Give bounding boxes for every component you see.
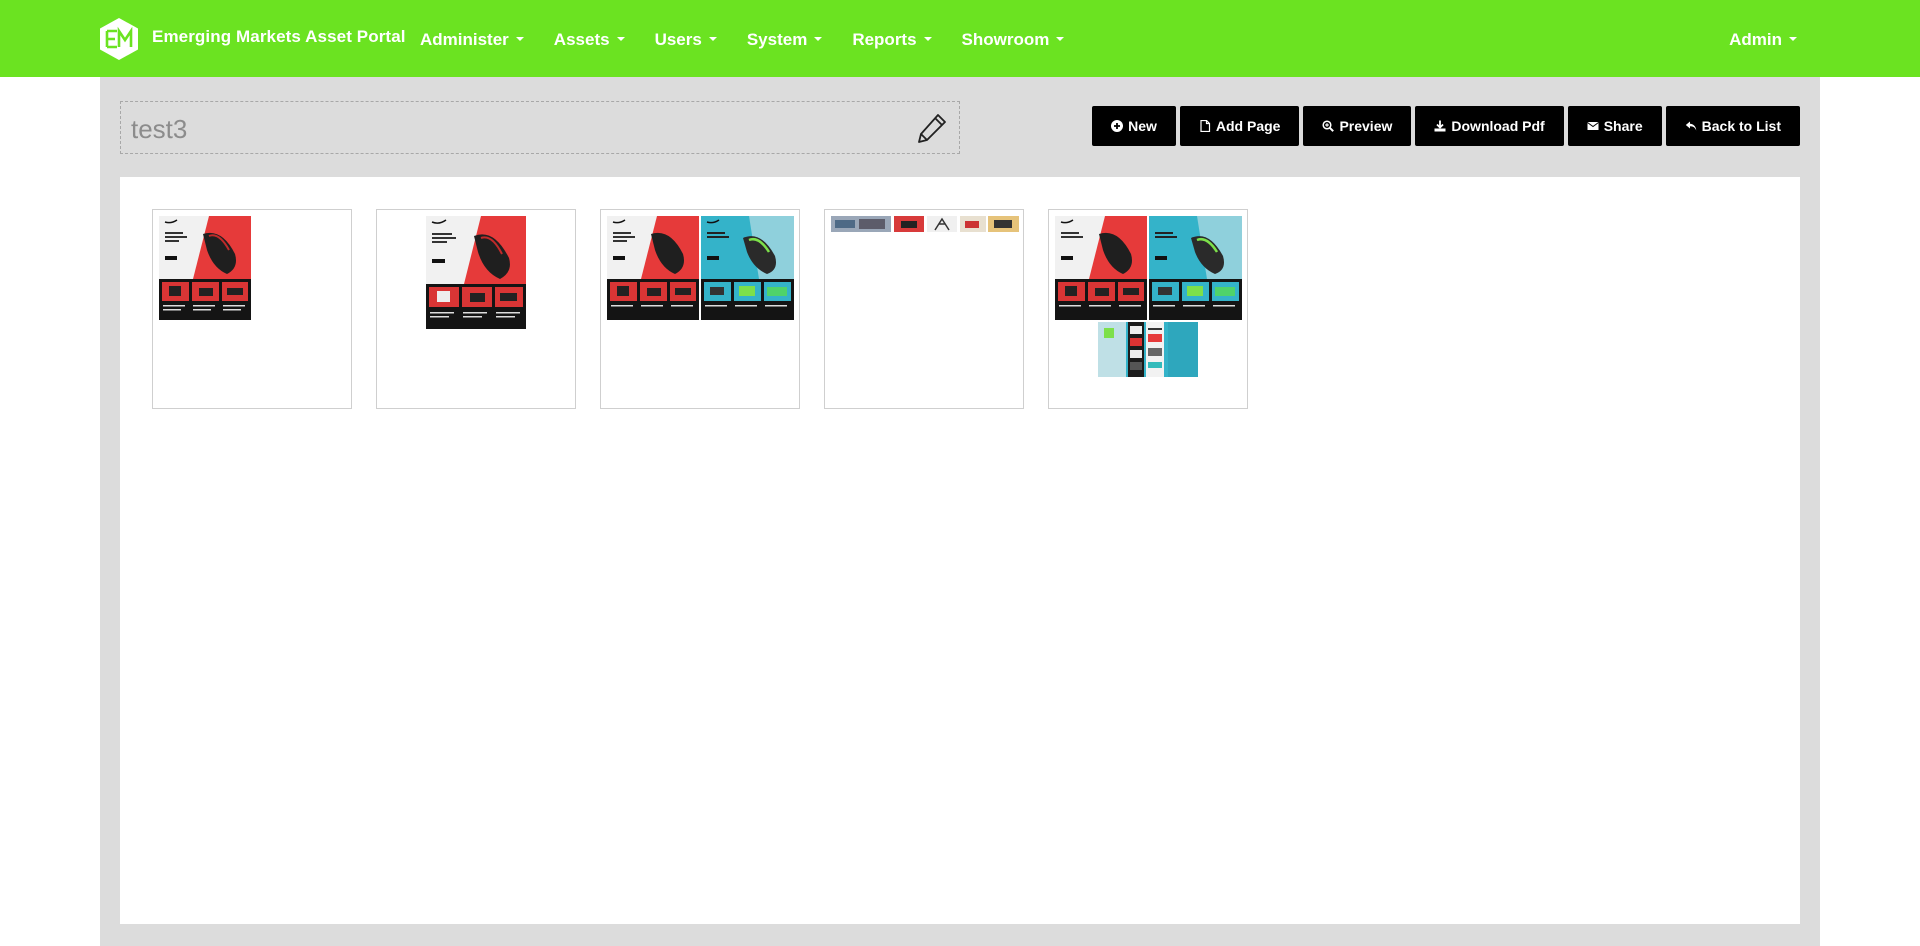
top-navbar: Emerging Markets Asset Portal Administer… — [0, 0, 1920, 77]
pages-panel — [120, 177, 1800, 924]
nav-label: Users — [654, 29, 702, 49]
caret-down-icon — [515, 36, 524, 41]
add-page-button[interactable]: Add Page — [1179, 106, 1300, 146]
page-thumbnail-list — [152, 209, 1248, 409]
page-4-banner-strip — [831, 216, 1019, 232]
nav-label: Administer — [420, 29, 509, 49]
page-3-preview-image-teal — [701, 216, 794, 320]
back-to-list-button-label: Back to List — [1701, 118, 1781, 134]
preview-button[interactable]: Preview — [1303, 106, 1412, 146]
page-thumbnail-4[interactable] — [824, 209, 1024, 409]
nav-label: System — [746, 29, 808, 49]
caret-down-icon — [708, 36, 717, 41]
caret-down-icon — [1789, 36, 1797, 41]
share-button[interactable]: Share — [1567, 106, 1662, 146]
plus-circle-icon — [1111, 120, 1124, 132]
page-5-preview-image-teal — [1149, 216, 1242, 320]
download-pdf-button-label: Download Pdf — [1451, 118, 1545, 134]
document-title-field[interactable]: test3 — [120, 101, 960, 154]
brand-home-link[interactable]: Emerging Markets Asset Portal — [98, 17, 406, 61]
nav-label: Reports — [852, 29, 917, 49]
nav-users[interactable]: Users — [655, 30, 717, 50]
new-button[interactable]: New — [1092, 106, 1176, 146]
envelope-icon — [1586, 122, 1599, 130]
nav-label: Assets — [553, 29, 610, 49]
download-icon — [1434, 120, 1446, 132]
brand-title: Emerging Markets Asset Portal — [152, 27, 406, 46]
nav-reports[interactable]: Reports — [852, 29, 932, 50]
new-button-label: New — [1128, 118, 1157, 134]
page-3-preview-image-red — [607, 216, 699, 320]
page-1-preview-image — [159, 216, 251, 320]
page-5-preview-image-red — [1055, 216, 1147, 320]
zoom-in-icon — [1322, 120, 1335, 132]
page-thumbnail-2[interactable] — [376, 209, 576, 409]
nav-administer[interactable]: Administer — [420, 30, 524, 50]
nav-assets[interactable]: Assets — [554, 30, 625, 50]
caret-down-icon — [814, 36, 823, 41]
pencil-icon[interactable] — [915, 111, 949, 145]
document-title: test3 — [131, 114, 188, 144]
caret-down-icon — [923, 36, 932, 41]
user-menu-admin[interactable]: Admin — [1729, 30, 1797, 50]
page-thumbnail-5[interactable] — [1048, 209, 1248, 409]
page-thumbnail-1[interactable] — [152, 209, 352, 409]
page-1-strip-image — [253, 264, 347, 270]
document-toolbar: New Add Page Preview Download Pdf Share … — [1092, 106, 1800, 146]
nav-showroom[interactable]: Showroom — [962, 30, 1065, 50]
page-thumbnail-3[interactable] — [600, 209, 800, 409]
page-5-preview-image-mobile — [1098, 322, 1198, 377]
reply-icon — [1685, 121, 1696, 131]
nav-system[interactable]: System — [746, 29, 823, 50]
download-pdf-button[interactable]: Download Pdf — [1415, 106, 1564, 146]
page-wrapper: test3 New Add Page Preview Download Pdf — [100, 77, 1820, 946]
caret-down-icon — [616, 36, 625, 41]
preview-button-label: Preview — [1339, 118, 1393, 134]
page-2-preview-image — [426, 216, 526, 329]
main-nav: Administer Assets Users System Reports S… — [420, 0, 1094, 77]
add-page-button-label: Add Page — [1215, 118, 1281, 134]
caret-down-icon — [1056, 36, 1065, 41]
em-logo-icon — [100, 18, 138, 60]
user-menu-label: Admin — [1729, 29, 1782, 49]
share-button-label: Share — [1603, 118, 1643, 134]
back-to-list-button[interactable]: Back to List — [1665, 106, 1800, 146]
nav-label: Showroom — [961, 29, 1050, 49]
file-icon — [1200, 120, 1210, 132]
